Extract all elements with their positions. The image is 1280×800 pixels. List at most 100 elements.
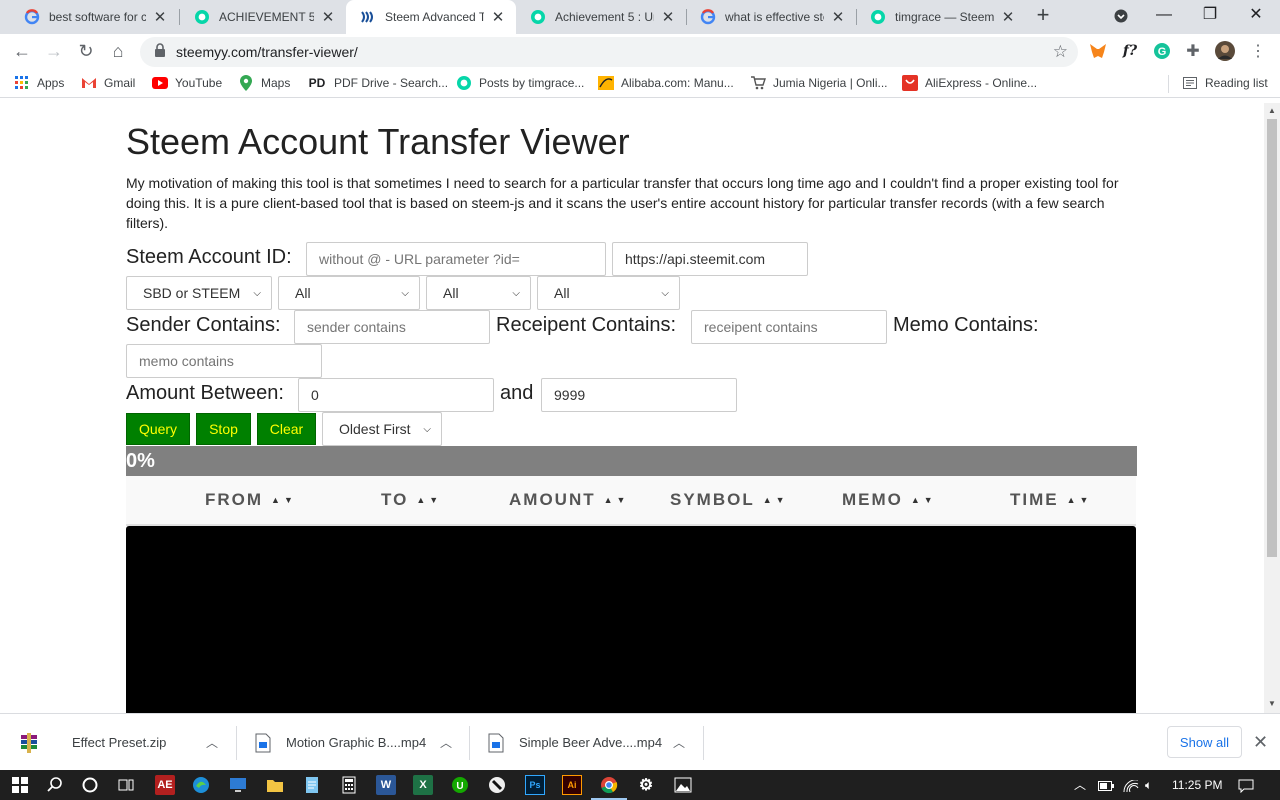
show-all-downloads-button[interactable]: Show all bbox=[1167, 726, 1242, 758]
scroll-down-icon[interactable]: ▼ bbox=[1264, 697, 1280, 711]
query-button[interactable]: Query bbox=[126, 413, 190, 445]
settings-gear-icon[interactable]: ⚙ bbox=[636, 775, 656, 795]
scroll-up-icon[interactable]: ▲ bbox=[1264, 104, 1280, 118]
amount-max-input[interactable] bbox=[541, 378, 737, 412]
restore-icon[interactable]: ❐ bbox=[1187, 0, 1233, 32]
windows-start-icon[interactable] bbox=[10, 775, 30, 795]
illustrator-icon[interactable]: Ai bbox=[562, 775, 582, 795]
column-memo[interactable]: MEMO ▲▼ bbox=[842, 490, 937, 510]
profile-avatar[interactable] bbox=[1215, 41, 1235, 61]
calculator-icon[interactable] bbox=[339, 775, 359, 795]
chevron-up-icon[interactable]: ︿ bbox=[440, 734, 452, 751]
search-icon[interactable] bbox=[45, 775, 65, 795]
receipent-input[interactable] bbox=[691, 310, 887, 344]
sort-arrows-icon[interactable]: ▲▼ bbox=[604, 495, 630, 505]
adobe-acrobat-icon[interactable]: AE bbox=[155, 775, 175, 795]
reload-icon[interactable]: ↻ bbox=[74, 40, 98, 64]
tab-2[interactable]: ACHIEVEMENT 5 TA ✕ bbox=[180, 0, 346, 34]
stop-button[interactable]: Stop bbox=[196, 413, 251, 445]
memo-input[interactable] bbox=[126, 344, 322, 378]
sort-arrows-icon[interactable]: ▲▼ bbox=[416, 495, 442, 505]
sort-arrows-icon[interactable]: ▲▼ bbox=[271, 495, 297, 505]
page-scrollbar[interactable]: ▲ ▼ bbox=[1264, 103, 1280, 713]
close-tab-icon[interactable]: ✕ bbox=[490, 8, 506, 26]
chevron-up-icon[interactable]: ︿ bbox=[673, 734, 685, 751]
download-item-1[interactable]: Effect Preset.zip ︿ bbox=[20, 714, 230, 771]
address-bar[interactable]: steemyy.com/transfer-viewer/ ☆ bbox=[140, 37, 1078, 67]
close-tab-icon[interactable]: ✕ bbox=[1000, 8, 1016, 26]
battery-icon[interactable] bbox=[1098, 770, 1114, 800]
lock-icon[interactable] bbox=[154, 42, 168, 62]
reading-list-button[interactable]: Reading list bbox=[1182, 75, 1268, 91]
metamask-icon[interactable] bbox=[1088, 41, 1108, 61]
chevron-up-icon[interactable]: ︿ bbox=[206, 734, 218, 751]
tab-4[interactable]: Achievement 5 : Un ✕ bbox=[516, 0, 686, 34]
scrollbar-thumb[interactable] bbox=[1267, 119, 1277, 557]
minimize-icon[interactable]: — bbox=[1141, 0, 1187, 32]
task-view-icon[interactable] bbox=[116, 775, 136, 795]
file-explorer-icon[interactable] bbox=[265, 775, 285, 795]
api-node-input[interactable] bbox=[612, 242, 808, 276]
column-amount[interactable]: AMOUNT ▲▼ bbox=[509, 490, 629, 510]
show-hidden-icons[interactable]: ︿ bbox=[1074, 770, 1086, 800]
sort-arrows-icon[interactable]: ▲▼ bbox=[1067, 495, 1093, 505]
sort-arrows-icon[interactable]: ▲▼ bbox=[763, 495, 789, 505]
wifi-icon[interactable] bbox=[1123, 770, 1139, 800]
extensions-puzzle-icon[interactable]: ✚ bbox=[1183, 41, 1203, 61]
grammarly-icon[interactable]: G bbox=[1152, 41, 1172, 61]
column-time[interactable]: TIME ▲▼ bbox=[1010, 490, 1092, 510]
filter-select-2[interactable]: All ⌵ bbox=[426, 276, 531, 310]
close-tab-icon[interactable]: ✕ bbox=[660, 8, 676, 26]
bookmark-jumia[interactable]: Jumia Nigeria | Onli... bbox=[750, 75, 888, 91]
bookmark-gmail[interactable]: Gmail bbox=[81, 75, 135, 91]
volume-icon[interactable]: 🔈︎ bbox=[1145, 770, 1152, 800]
currency-select[interactable]: SBD or STEEM ⌵ bbox=[126, 276, 272, 310]
download-item-3[interactable]: Simple Beer Adve....mp4 ︿ bbox=[487, 714, 697, 771]
excel-icon[interactable]: X bbox=[413, 775, 433, 795]
fonts-extension-icon[interactable]: f? bbox=[1120, 41, 1140, 61]
tab-3-active[interactable]: Steem Advanced Tr ✕ bbox=[346, 0, 516, 34]
bookmark-star-icon[interactable]: ☆ bbox=[1053, 42, 1068, 62]
tab-5[interactable]: what is effective ste ✕ bbox=[686, 0, 856, 34]
upwork-icon[interactable]: U bbox=[450, 775, 470, 795]
window-close-icon[interactable]: ✕ bbox=[1233, 0, 1279, 32]
close-downloads-icon[interactable]: ✕ bbox=[1253, 732, 1268, 753]
bookmark-aliexpress[interactable]: AliExpress - Online... bbox=[902, 75, 1037, 91]
sort-order-select[interactable]: Oldest First ⌵ bbox=[322, 412, 442, 446]
amount-min-input[interactable] bbox=[298, 378, 494, 412]
bookmark-youtube[interactable]: YouTube bbox=[152, 75, 222, 91]
sender-input[interactable] bbox=[294, 310, 490, 344]
word-icon[interactable]: W bbox=[376, 775, 396, 795]
kebab-menu-icon[interactable]: ⋮ bbox=[1248, 41, 1268, 61]
close-tab-icon[interactable]: ✕ bbox=[830, 8, 846, 26]
bookmark-alibaba[interactable]: Alibaba.com: Manu... bbox=[598, 75, 734, 91]
download-item-2[interactable]: Motion Graphic B....mp4 ︿ bbox=[254, 714, 464, 771]
clock-time[interactable]: 11:25 PM bbox=[1172, 770, 1222, 800]
bookmark-maps[interactable]: Maps bbox=[238, 75, 290, 91]
bookmark-apps[interactable]: Apps bbox=[14, 75, 64, 91]
filter-select-3[interactable]: All ⌵ bbox=[537, 276, 680, 310]
back-icon[interactable]: ← bbox=[10, 40, 34, 64]
new-tab-icon[interactable]: + bbox=[1032, 4, 1054, 27]
sort-arrows-icon[interactable]: ▲▼ bbox=[911, 495, 937, 505]
column-symbol[interactable]: SYMBOL ▲▼ bbox=[670, 490, 789, 510]
forward-icon[interactable]: → bbox=[42, 40, 66, 64]
notifications-icon[interactable] bbox=[1238, 770, 1254, 800]
home-icon[interactable]: ⌂ bbox=[106, 40, 130, 64]
photos-icon[interactable] bbox=[673, 775, 693, 795]
clear-button[interactable]: Clear bbox=[257, 413, 316, 445]
remote-desktop-icon[interactable] bbox=[228, 775, 248, 795]
notepad-icon[interactable] bbox=[302, 775, 322, 795]
cortana-icon[interactable] bbox=[80, 775, 100, 795]
filter-select-1[interactable]: All ⌵ bbox=[278, 276, 420, 310]
column-to[interactable]: TO ▲▼ bbox=[381, 490, 442, 510]
bookmark-posts-timgrace[interactable]: Posts by timgrace... bbox=[456, 75, 584, 91]
bookmark-pdf-drive[interactable]: PD PDF Drive - Search... bbox=[307, 75, 448, 91]
inkscape-icon[interactable] bbox=[487, 775, 507, 795]
close-tab-icon[interactable]: ✕ bbox=[320, 8, 336, 26]
close-tab-icon[interactable]: ✕ bbox=[152, 8, 168, 26]
column-from[interactable]: FROM ▲▼ bbox=[205, 490, 297, 510]
photoshop-icon[interactable]: Ps bbox=[525, 775, 545, 795]
account-id-input[interactable] bbox=[306, 242, 606, 276]
chrome-icon[interactable] bbox=[591, 775, 627, 800]
